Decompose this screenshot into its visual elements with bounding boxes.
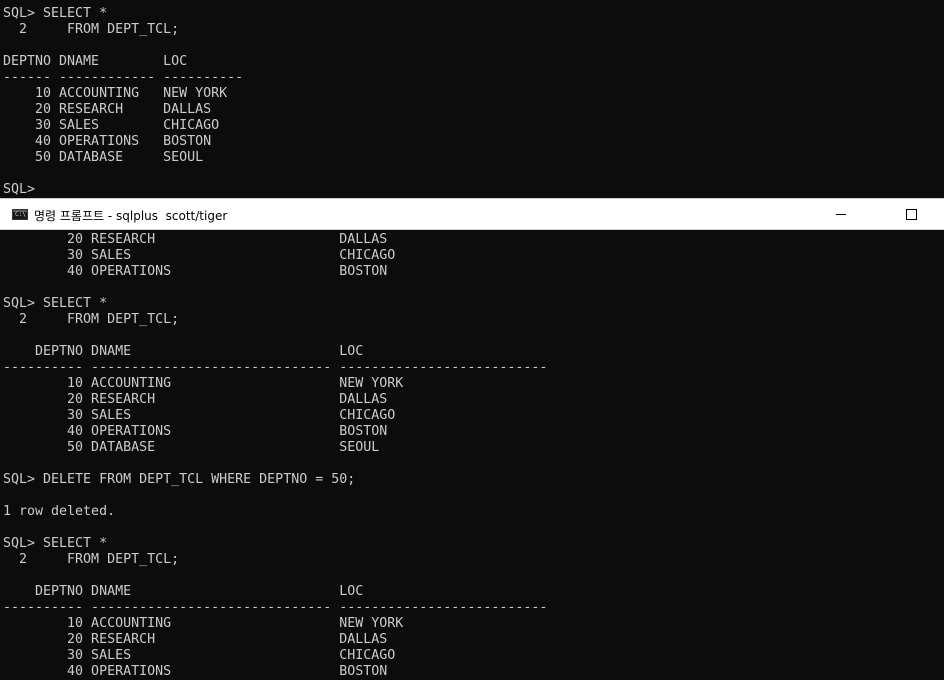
terminal-line: 10 ACCOUNTING NEW YORK bbox=[3, 376, 404, 391]
terminal-line: SQL> SELECT * bbox=[3, 6, 108, 21]
terminal-line: ------ ------------ ---------- bbox=[3, 70, 244, 85]
terminal-line: DEPTNO DNAME LOC bbox=[3, 584, 364, 599]
terminal-line: 20 RESEARCH DALLAS bbox=[3, 232, 388, 247]
terminal-line: ---------- -----------------------------… bbox=[3, 600, 548, 615]
terminal-line: 20 RESEARCH DALLAS bbox=[3, 632, 388, 647]
terminal-prompt-line: SQL> bbox=[3, 182, 36, 197]
terminal-line: 50 DATABASE SEOUL bbox=[3, 150, 204, 165]
terminal-line: SQL> DELETE FROM DEPT_TCL WHERE DEPTNO =… bbox=[3, 472, 356, 487]
terminal-line: 30 SALES CHICAGO bbox=[3, 648, 396, 663]
terminal-line: 20 RESEARCH DALLAS bbox=[3, 102, 212, 117]
terminal-line: ---------- -----------------------------… bbox=[3, 360, 548, 375]
minimize-icon bbox=[836, 213, 846, 215]
maximize-icon bbox=[905, 208, 917, 220]
terminal-line: 2 FROM DEPT_TCL; bbox=[3, 22, 180, 37]
terminal-line: 30 SALES CHICAGO bbox=[3, 408, 396, 423]
terminal-line: 10 ACCOUNTING NEW YORK bbox=[3, 616, 404, 631]
terminal-line: DEPTNO DNAME LOC bbox=[3, 54, 188, 69]
background-terminal[interactable]: SQL> SELECT * 2 FROM DEPT_TCL; DEPTNO DN… bbox=[0, 0, 944, 198]
terminal-line: DEPTNO DNAME LOC bbox=[3, 344, 364, 359]
terminal-line: 40 OPERATIONS BOSTON bbox=[3, 664, 388, 679]
window-title: 명령 프롬프트 - sqlplus scott/tiger bbox=[34, 209, 228, 223]
terminal-line: 50 DATABASE SEOUL bbox=[3, 440, 380, 455]
terminal-line: 40 OPERATIONS BOSTON bbox=[3, 134, 212, 149]
terminal-line: SQL> SELECT * bbox=[3, 536, 108, 551]
window-titlebar[interactable]: C:\ 명령 프롬프트 - sqlplus scott/tiger bbox=[0, 198, 944, 230]
terminal-line: 2 FROM DEPT_TCL; bbox=[3, 552, 180, 567]
terminal-line: 40 OPERATIONS BOSTON bbox=[3, 424, 388, 439]
terminal-line: 30 SALES CHICAGO bbox=[3, 118, 220, 133]
terminal-line: 10 ACCOUNTING NEW YORK bbox=[3, 86, 228, 101]
main-terminal-output: 20 RESEARCH DALLAS 30 SALES CHICAGO 40 O… bbox=[3, 232, 547, 680]
main-terminal[interactable]: 20 RESEARCH DALLAS 30 SALES CHICAGO 40 O… bbox=[0, 230, 944, 680]
minimize-button[interactable] bbox=[818, 199, 864, 229]
cmd-icon: C:\ bbox=[12, 209, 28, 220]
terminal-line: 2 FROM DEPT_TCL; bbox=[3, 312, 180, 327]
terminal-line: 1 row deleted. bbox=[3, 504, 116, 519]
terminal-line: 20 RESEARCH DALLAS bbox=[3, 392, 388, 407]
terminal-line: 30 SALES CHICAGO bbox=[3, 248, 396, 263]
terminal-line: 40 OPERATIONS BOSTON bbox=[3, 264, 388, 279]
background-terminal-output: SQL> SELECT * 2 FROM DEPT_TCL; DEPTNO DN… bbox=[3, 6, 243, 198]
maximize-button[interactable] bbox=[888, 199, 934, 229]
terminal-line: SQL> SELECT * bbox=[3, 296, 108, 311]
